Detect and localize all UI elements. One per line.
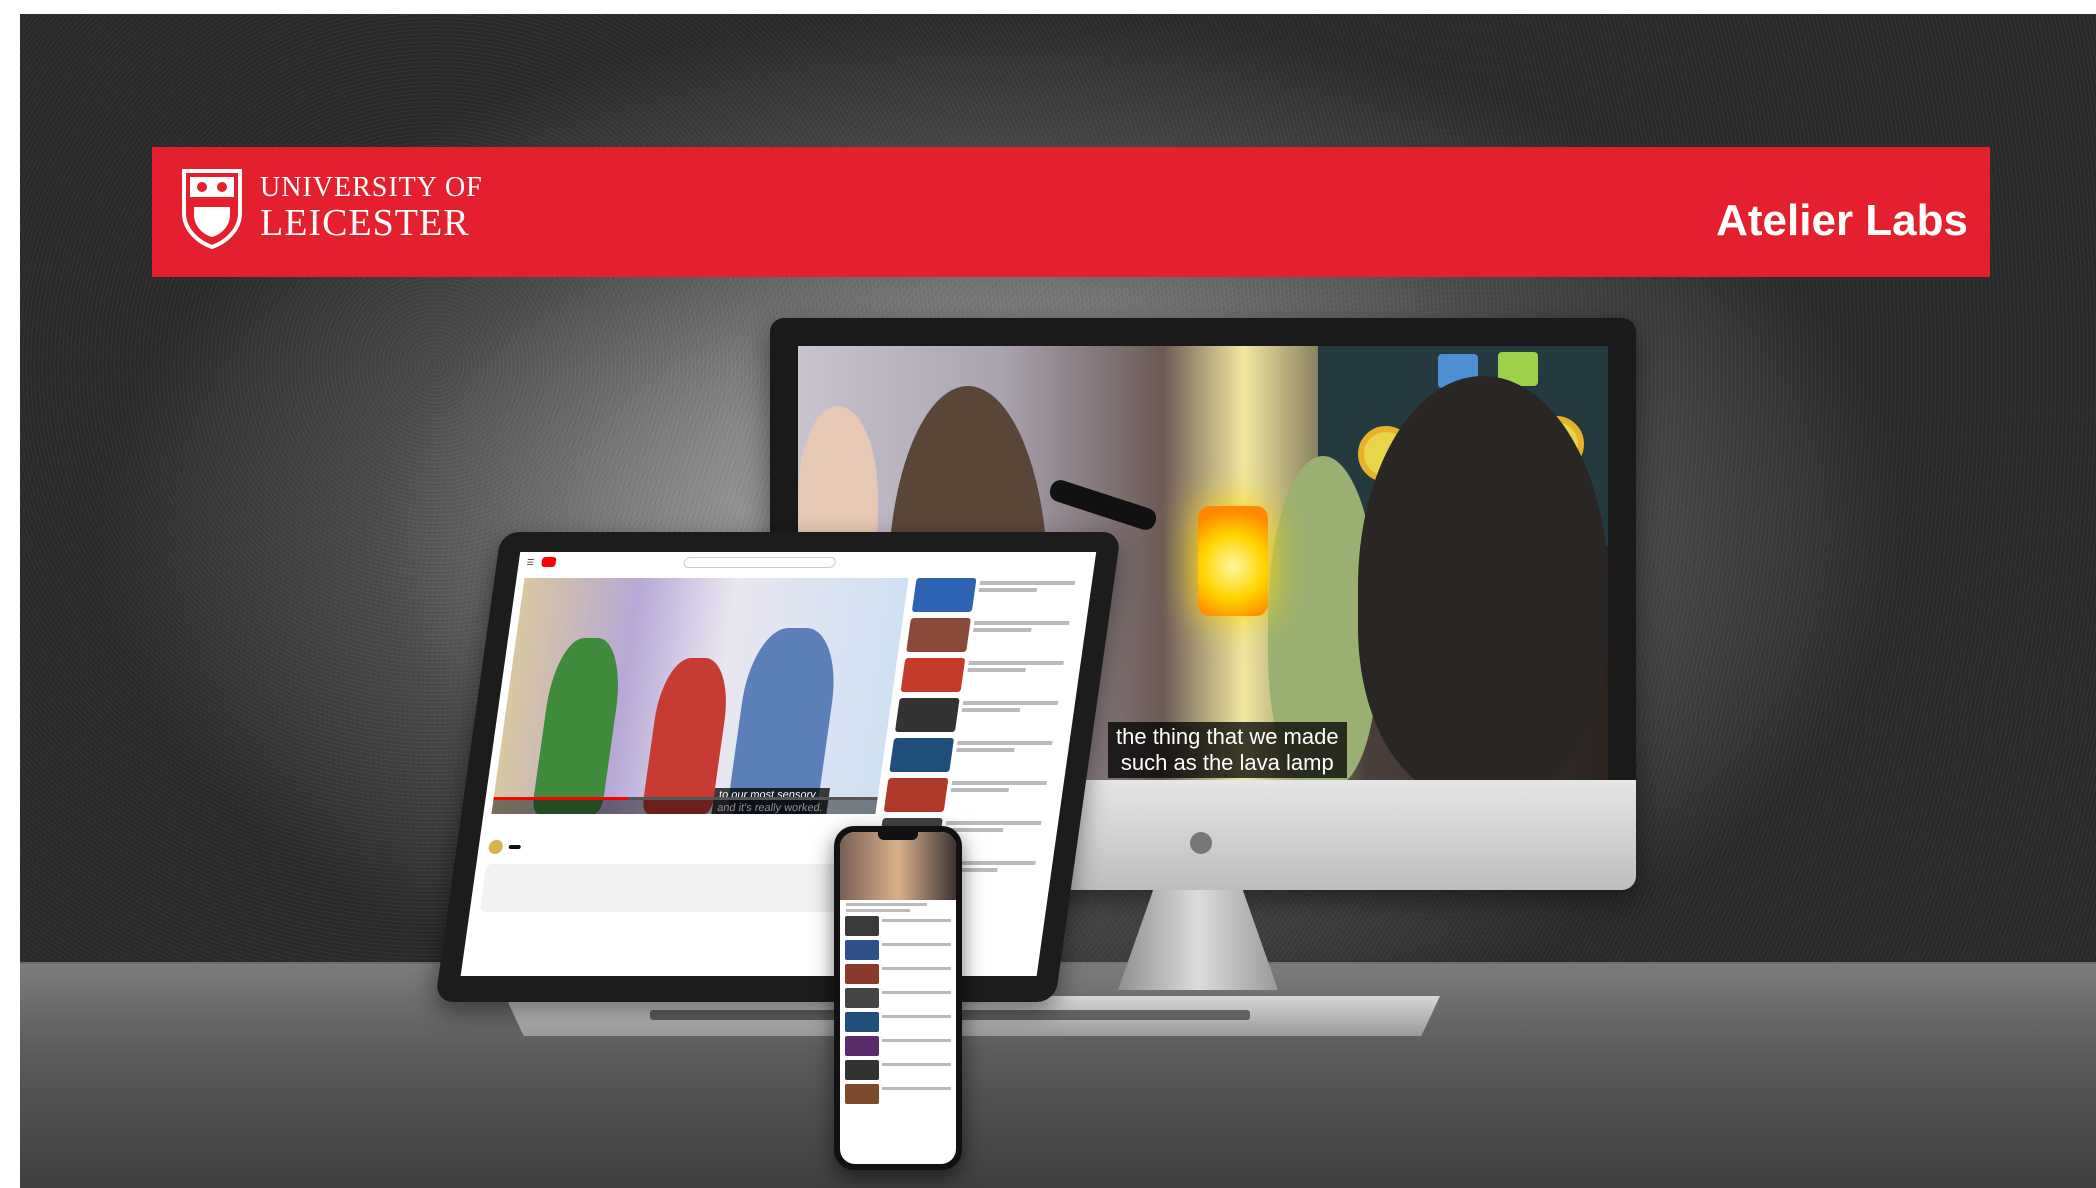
youtube-logo-icon[interactable]: [541, 557, 557, 567]
list-item[interactable]: [845, 988, 951, 1008]
lava-lamp-jar: [1198, 506, 1268, 616]
video-controls[interactable]: [491, 800, 878, 814]
list-item[interactable]: [900, 658, 1076, 692]
caption-line1: the thing that we made: [1116, 724, 1339, 749]
person: [726, 628, 843, 814]
university-logo: UNIVERSITY OF LEICESTER: [180, 158, 540, 258]
phone-text-line: [846, 903, 928, 906]
list-item[interactable]: [845, 1036, 951, 1056]
laptop: ☰ to our most sensory and it's really wo…: [434, 532, 1122, 1002]
list-item[interactable]: [906, 618, 1081, 652]
university-name-line2: LEICESTER: [260, 202, 470, 244]
phone-video-player[interactable]: [840, 832, 956, 900]
list-item[interactable]: [883, 778, 1059, 812]
crest-icon: [182, 169, 242, 249]
phone-text-line: [846, 909, 910, 912]
smartphone: [834, 826, 962, 1170]
laptop-screen: ☰ to our most sensory and it's really wo…: [460, 552, 1097, 976]
list-item[interactable]: [894, 698, 1070, 732]
list-item[interactable]: [911, 578, 1087, 612]
phone-screen: [840, 832, 956, 1164]
caption-line2: such as the lava lamp: [1120, 750, 1334, 775]
list-item[interactable]: [889, 738, 1064, 772]
list-item[interactable]: [845, 916, 951, 936]
video-caption: the thing that we made such as the lava …: [1108, 722, 1347, 778]
list-item[interactable]: [845, 1012, 951, 1032]
subscribe-button[interactable]: [508, 845, 522, 849]
phone-notch: [878, 832, 918, 840]
menu-icon[interactable]: ☰: [526, 558, 534, 567]
channel-row: [487, 840, 522, 854]
person: [531, 638, 627, 814]
channel-avatar[interactable]: [487, 840, 504, 854]
brand-title: Atelier Labs: [1716, 196, 1968, 245]
youtube-video-player[interactable]: to our most sensory and it's really work…: [491, 578, 909, 814]
microphone: [1047, 477, 1159, 533]
list-item[interactable]: [845, 1084, 951, 1104]
list-item[interactable]: [845, 940, 951, 960]
university-name-line1: UNIVERSITY OF: [260, 172, 483, 203]
list-item[interactable]: [845, 1060, 951, 1080]
video-description[interactable]: [479, 864, 867, 912]
apple-logo-icon: [1190, 832, 1212, 854]
person: [1358, 376, 1608, 780]
youtube-header: ☰: [517, 552, 1096, 572]
search-input[interactable]: [683, 556, 837, 568]
list-item[interactable]: [845, 964, 951, 984]
